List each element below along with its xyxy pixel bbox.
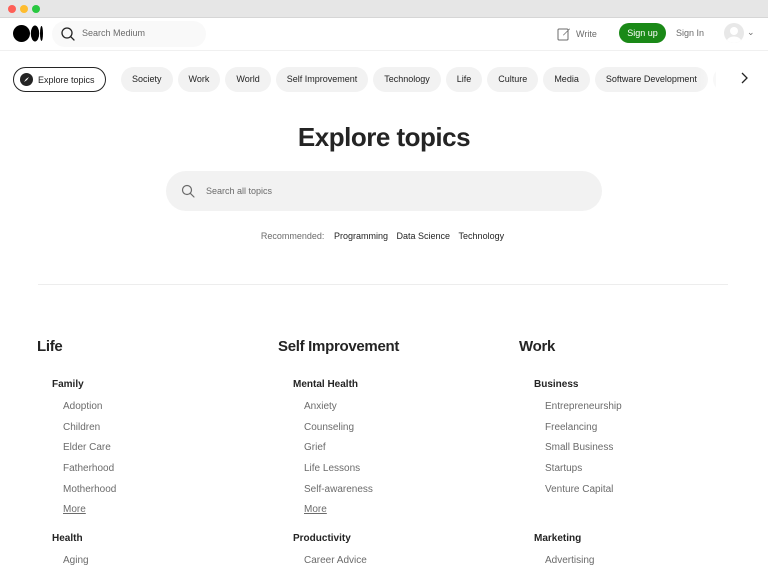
chevron-down-icon[interactable]: ⌄ [747, 27, 755, 38]
topic-pill-society[interactable]: Society [121, 67, 173, 92]
topic-group-health: Health Aging [52, 533, 267, 567]
topic-pill-self-improvement[interactable]: Self Improvement [275, 67, 369, 92]
recommended-link-technology[interactable]: Technology [459, 231, 505, 241]
topic-link[interactable]: Freelancing [545, 422, 749, 443]
topic-group-productivity: Productivity Career Advice [293, 533, 508, 567]
topic-group-business: Business Entrepreneurship Freelancing Sm… [534, 379, 749, 525]
topic-link[interactable]: Small Business [545, 442, 749, 463]
close-window-button[interactable] [8, 5, 16, 13]
topic-link[interactable]: Self-awareness [304, 484, 508, 505]
topic-column-work: Work Business Entrepreneurship Freelanci… [519, 338, 749, 567]
topic-link[interactable]: Aging [63, 555, 267, 567]
topic-group-family: Family Adoption Children Elder Care Fath… [52, 379, 267, 525]
topic-link[interactable]: Counseling [304, 422, 508, 443]
section-divider [38, 284, 728, 285]
recommended-topics: Recommended: Programming Data Science Te… [0, 231, 768, 241]
recommended-link-programming[interactable]: Programming [334, 231, 388, 241]
group-title[interactable]: Family [52, 379, 267, 390]
topic-link[interactable]: Fatherhood [63, 463, 267, 484]
group-title[interactable]: Productivity [293, 533, 508, 544]
topic-pill-media[interactable]: Media [543, 67, 590, 92]
topic-pill-list: Society Work World Self Improvement Technolo… [121, 67, 716, 92]
topic-column-life: Life Family Adoption Children Elder Care… [37, 338, 267, 567]
minimize-window-button[interactable] [20, 5, 28, 13]
topic-link[interactable]: Career Advice [304, 555, 508, 567]
topic-link[interactable]: Adoption [63, 401, 267, 422]
topic-pill-life[interactable]: Life [445, 67, 483, 92]
topic-link[interactable]: Venture Capital [545, 484, 749, 505]
topic-pill-culture[interactable]: Culture [487, 67, 539, 92]
topic-pill-work[interactable]: Work [177, 67, 221, 92]
empty-more-slot [545, 504, 749, 525]
window-titlebar [0, 0, 768, 18]
group-title[interactable]: Mental Health [293, 379, 508, 390]
recommended-label: Recommended: [260, 231, 325, 241]
topic-column-self-improvement: Self Improvement Mental Health Anxiety C… [278, 338, 508, 567]
topic-pill-software-development[interactable]: Software Development [594, 67, 708, 92]
search-input[interactable]: Search Medium [52, 21, 206, 47]
top-navbar: Search Medium Write Sign up Sign In ⌄ [0, 18, 768, 51]
write-icon [557, 28, 570, 41]
explore-topics-label: Explore topics [38, 74, 95, 85]
topic-link[interactable]: Elder Care [63, 442, 267, 463]
search-icon [61, 27, 75, 41]
page-title: Explore topics [297, 122, 471, 152]
chevron-right-icon[interactable] [738, 71, 750, 85]
topic-link[interactable]: Grief [304, 442, 508, 463]
signup-button[interactable]: Sign up [619, 23, 666, 43]
write-label: Write [576, 29, 597, 39]
topic-group-mental-health: Mental Health Anxiety Counseling Grief L… [293, 379, 508, 525]
medium-logo-icon[interactable] [13, 25, 43, 42]
more-link[interactable]: More [304, 504, 508, 525]
topic-link[interactable]: Life Lessons [304, 463, 508, 484]
topic-link[interactable]: Entrepreneurship [545, 401, 749, 422]
column-title[interactable]: Work [519, 338, 749, 358]
topic-pill-world[interactable]: World [225, 67, 271, 92]
topic-pill-technology[interactable]: Technology [373, 67, 441, 92]
topic-link[interactable]: Anxiety [304, 401, 508, 422]
topic-search-placeholder: Search all topics [206, 186, 273, 196]
topic-link[interactable]: Motherhood [63, 484, 267, 505]
recommended-link-data-science[interactable]: Data Science [397, 231, 451, 241]
topic-navigation-bar: Explore topics Society Work World Self Impr… [0, 64, 768, 94]
column-title[interactable]: Self Improvement [278, 338, 508, 358]
column-title[interactable]: Life [37, 338, 267, 358]
more-link[interactable]: More [63, 504, 267, 525]
avatar[interactable] [724, 23, 744, 43]
compass-icon [20, 73, 33, 86]
signin-link[interactable]: Sign In [676, 28, 704, 38]
topic-link[interactable]: Children [63, 422, 267, 443]
explore-topics-button[interactable]: Explore topics [13, 67, 106, 92]
scroll-fade [700, 64, 768, 94]
search-icon [181, 184, 195, 198]
zoom-window-button[interactable] [32, 5, 40, 13]
topic-link[interactable]: Advertising [545, 555, 749, 567]
group-title[interactable]: Marketing [534, 533, 749, 544]
write-button[interactable]: Write [557, 25, 597, 43]
user-icon [726, 27, 742, 43]
group-title[interactable]: Health [52, 533, 267, 544]
search-placeholder: Search Medium [82, 28, 146, 38]
topic-link[interactable]: Startups [545, 463, 749, 484]
topic-group-marketing: Marketing Advertising [534, 533, 749, 567]
group-title[interactable]: Business [534, 379, 749, 390]
topic-search-input[interactable]: Search all topics [166, 171, 602, 211]
